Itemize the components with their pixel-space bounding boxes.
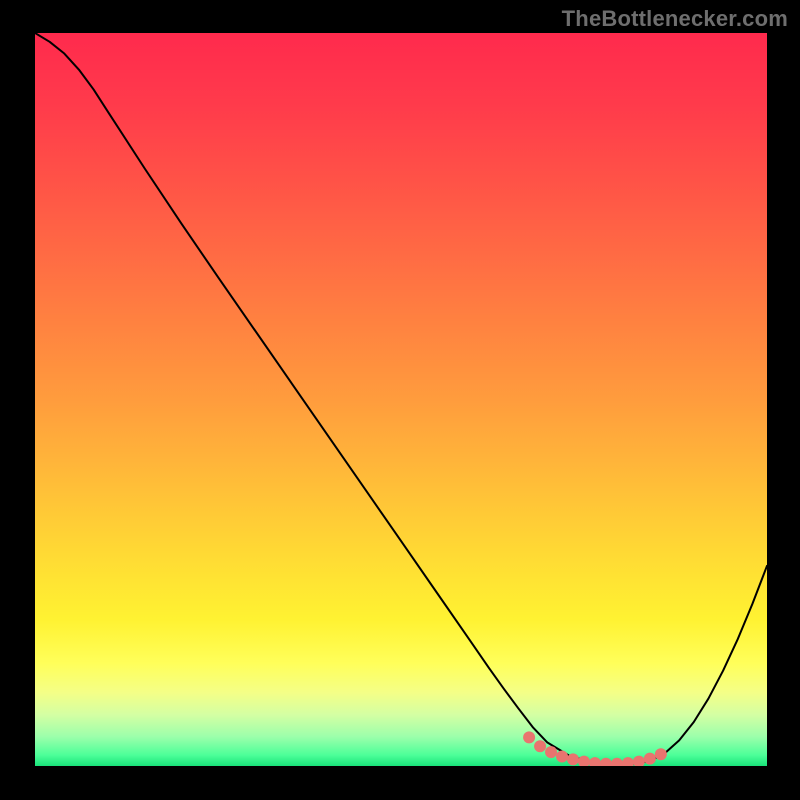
watermark-text: TheBottlenecker.com [562,6,788,32]
highlight-dot [633,756,645,768]
gradient-background [35,33,767,766]
highlight-dot [655,748,667,760]
highlight-dot [567,753,579,765]
highlight-dot [622,757,634,769]
highlight-dot [600,758,612,770]
highlight-dot [644,753,656,765]
highlight-dot [545,746,557,758]
chart-svg [0,0,800,800]
highlight-dot [523,731,535,743]
highlight-dot [578,756,590,768]
highlight-dot [589,757,601,769]
highlight-dot [556,750,568,762]
highlight-dot [611,758,623,770]
chart-container: TheBottlenecker.com [0,0,800,800]
highlight-dot [534,740,546,752]
